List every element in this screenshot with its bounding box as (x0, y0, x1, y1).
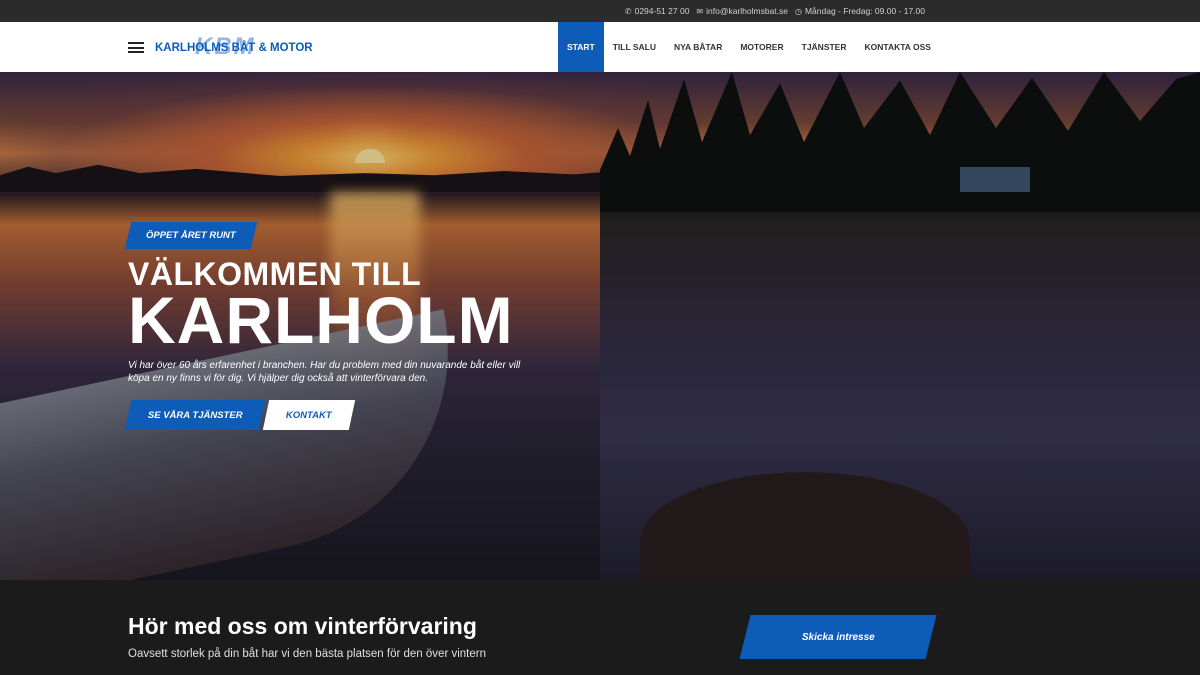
site-header: KBM KARLHOLMS BÅT & MOTOR START TILL SAL… (0, 22, 1200, 72)
send-interest-label: Skicka intresse (801, 631, 875, 643)
nav-item-nya-batar[interactable]: NYA BÅTAR (665, 22, 731, 72)
cta-subtitle: Oavsett storlek på din båt har vi den bä… (128, 648, 486, 660)
clock-icon: ◷ (794, 6, 802, 16)
phone-info[interactable]: ✆ 0294-51 27 00 (625, 6, 690, 16)
hamburger-menu-icon[interactable] (128, 42, 144, 53)
logo-text: KARLHOLMS BÅT & MOTOR (155, 42, 313, 54)
hero-section: ÖPPET ÅRET RUNT VÄLKOMMEN TILL KARLHOLM … (0, 72, 1200, 580)
envelope-icon: ✉ (696, 6, 704, 16)
opening-hours-text: Måndag - Fredag: 09.00 - 17.00 (804, 6, 925, 16)
main-navigation: START TILL SALU NYA BÅTAR MOTORER TJÄNST… (558, 22, 940, 72)
contact-button[interactable]: KONTAKT (262, 400, 356, 430)
hero-title-line2: KARLHOLM (128, 283, 514, 357)
contact-button-label: KONTAKT (286, 409, 332, 421)
winter-storage-cta: Hör med oss om vinterförvaring Oavsett s… (0, 580, 1200, 675)
services-button-label: SE VÅRA TJÄNSTER (147, 409, 243, 421)
opening-hours: ◷ Måndag - Fredag: 09.00 - 17.00 (795, 6, 925, 16)
contact-info: ✆ 0294-51 27 00 ✉ info@karlholmsbat.se ◷… (625, 0, 925, 22)
phone-icon: ✆ (624, 6, 632, 16)
phone-number[interactable]: 0294-51 27 00 (635, 6, 690, 16)
open-all-year-badge: ÖPPET ÅRET RUNT (124, 222, 258, 249)
nav-item-tjanster[interactable]: TJÄNSTER (793, 22, 856, 72)
site-logo[interactable]: KBM KARLHOLMS BÅT & MOTOR (155, 34, 325, 62)
nav-item-start[interactable]: START (558, 22, 604, 72)
cta-title: Hör med oss om vinterförvaring (128, 613, 477, 639)
email-info[interactable]: ✉ info@karlholmsbat.se (696, 6, 788, 16)
nav-item-kontakta-oss[interactable]: KONTAKTA OSS (856, 22, 940, 72)
nav-item-till-salu[interactable]: TILL SALU (604, 22, 665, 72)
services-button[interactable]: SE VÅRA TJÄNSTER (124, 400, 266, 430)
badge-label: ÖPPET ÅRET RUNT (146, 230, 236, 241)
nav-item-motorer[interactable]: MOTORER (731, 22, 792, 72)
top-info-bar: ✆ 0294-51 27 00 ✉ info@karlholmsbat.se ◷… (0, 0, 1200, 22)
email-address[interactable]: info@karlholmsbat.se (706, 6, 788, 16)
hero-description: Vi har över 60 års erfarenhet i branchen… (128, 360, 521, 384)
send-interest-button[interactable]: Skicka intresse (739, 615, 937, 659)
